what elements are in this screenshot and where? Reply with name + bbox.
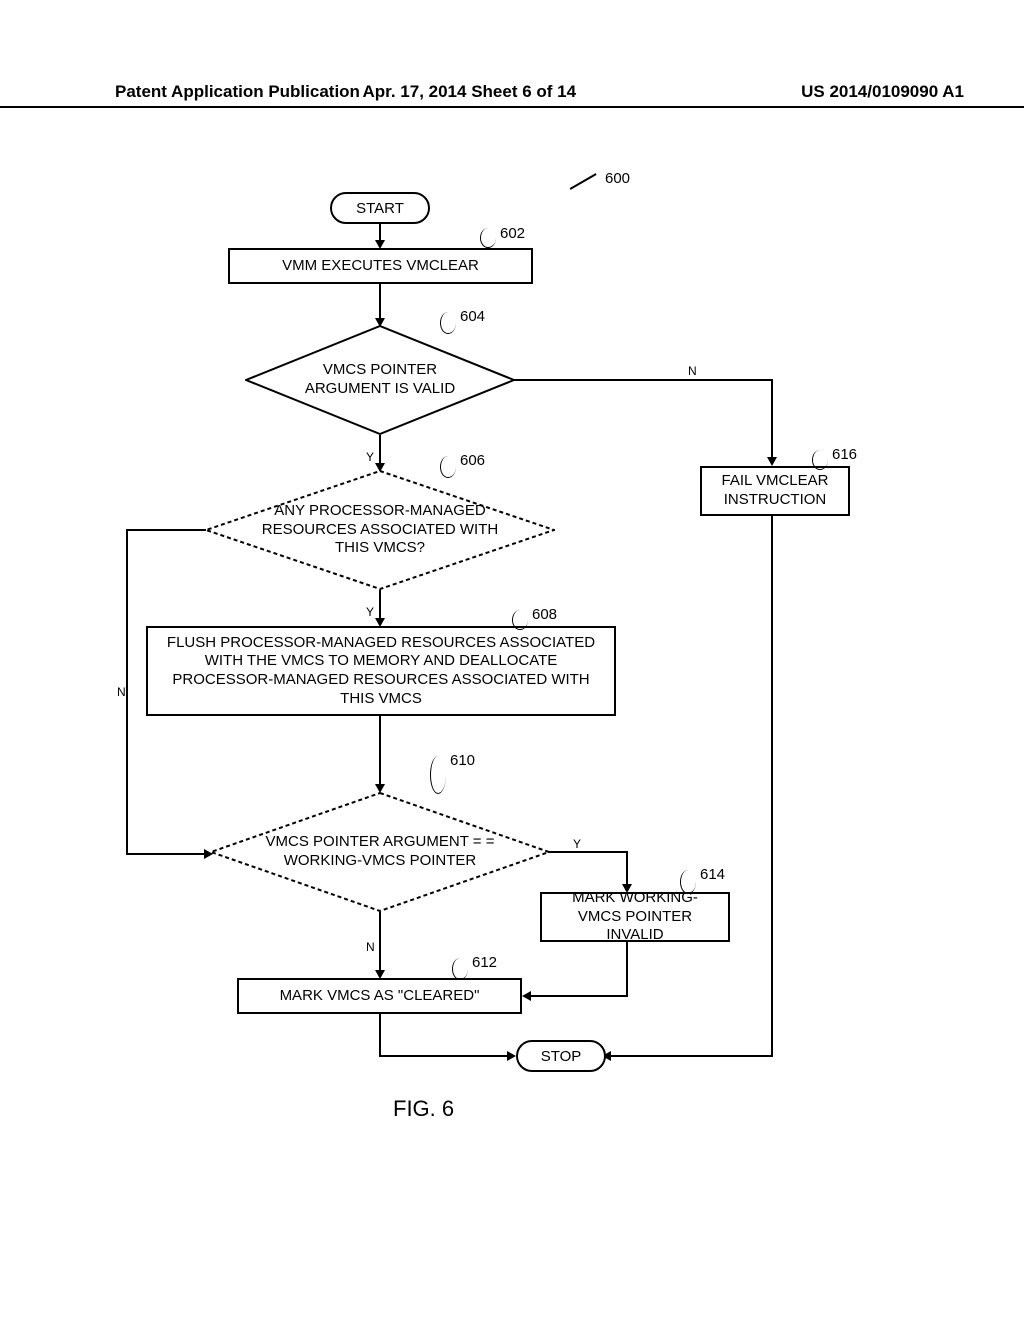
node-614: MARK WORKING-VMCS POINTER INVALID	[540, 892, 730, 942]
ref-606: 606	[460, 452, 485, 469]
node-612: MARK VMCS AS "CLEARED"	[237, 978, 522, 1014]
edge-610-Y: Y	[573, 837, 581, 851]
node-604: VMCS POINTER ARGUMENT IS VALID	[245, 325, 515, 435]
leader-610	[430, 756, 446, 794]
n602-text: VMM EXECUTES VMCLEAR	[282, 257, 479, 276]
stop-text: STOP	[541, 1048, 582, 1065]
edge-604-Y: Y	[366, 450, 374, 464]
leader-600	[570, 173, 597, 189]
n606-text: ANY PROCESSOR-MANAGED RESOURCES ASSOCIAT…	[243, 502, 517, 558]
ref-608: 608	[532, 606, 557, 623]
edge-606-N: N	[117, 685, 126, 699]
leader-606	[440, 456, 456, 478]
leader-614	[680, 870, 696, 894]
ref-612: 612	[472, 954, 497, 971]
flowchart-canvas: 600 START VMM EXECUTES VMCLEAR 602 VMCS …	[0, 150, 1024, 1210]
node-616: FAIL VMCLEAR INSTRUCTION	[700, 466, 850, 516]
header-right: US 2014/0109090 A1	[801, 82, 964, 102]
leader-608	[512, 610, 528, 630]
node-602: VMM EXECUTES VMCLEAR	[228, 248, 533, 284]
n610-text: VMCS POINTER ARGUMENT = = WORKING-VMCS P…	[248, 833, 512, 871]
n608-text: FLUSH PROCESSOR-MANAGED RESOURCES ASSOCI…	[158, 634, 604, 709]
ref-614: 614	[700, 866, 725, 883]
start-text: START	[356, 200, 404, 217]
node-606: ANY PROCESSOR-MANAGED RESOURCES ASSOCIAT…	[205, 470, 555, 590]
ref-602: 602	[500, 225, 525, 242]
n614-text: MARK WORKING-VMCS POINTER INVALID	[552, 889, 718, 945]
leader-616	[812, 450, 828, 470]
n604-text: VMCS POINTER ARGUMENT IS VALID	[283, 361, 477, 399]
figure-caption: FIG. 6	[393, 1096, 454, 1122]
ref-604: 604	[460, 308, 485, 325]
page-header: Patent Application Publication Apr. 17, …	[0, 82, 1024, 108]
leader-612	[452, 958, 468, 980]
edge-604-N: N	[688, 364, 697, 378]
leader-604	[440, 312, 456, 334]
header-left: Patent Application Publication	[115, 82, 360, 102]
node-610: VMCS POINTER ARGUMENT = = WORKING-VMCS P…	[210, 792, 550, 912]
edge-610-N: N	[366, 940, 375, 954]
node-608: FLUSH PROCESSOR-MANAGED RESOURCES ASSOCI…	[146, 626, 616, 716]
leader-602	[480, 228, 496, 248]
ref-600: 600	[605, 170, 630, 187]
ref-616: 616	[832, 446, 857, 463]
node-start: START	[330, 192, 430, 224]
n612-text: MARK VMCS AS "CLEARED"	[280, 987, 480, 1006]
edge-606-Y: Y	[366, 605, 374, 619]
n616-text: FAIL VMCLEAR INSTRUCTION	[712, 472, 838, 510]
header-center: Apr. 17, 2014 Sheet 6 of 14	[363, 82, 577, 102]
ref-610: 610	[450, 752, 475, 769]
node-stop: STOP	[516, 1040, 606, 1072]
